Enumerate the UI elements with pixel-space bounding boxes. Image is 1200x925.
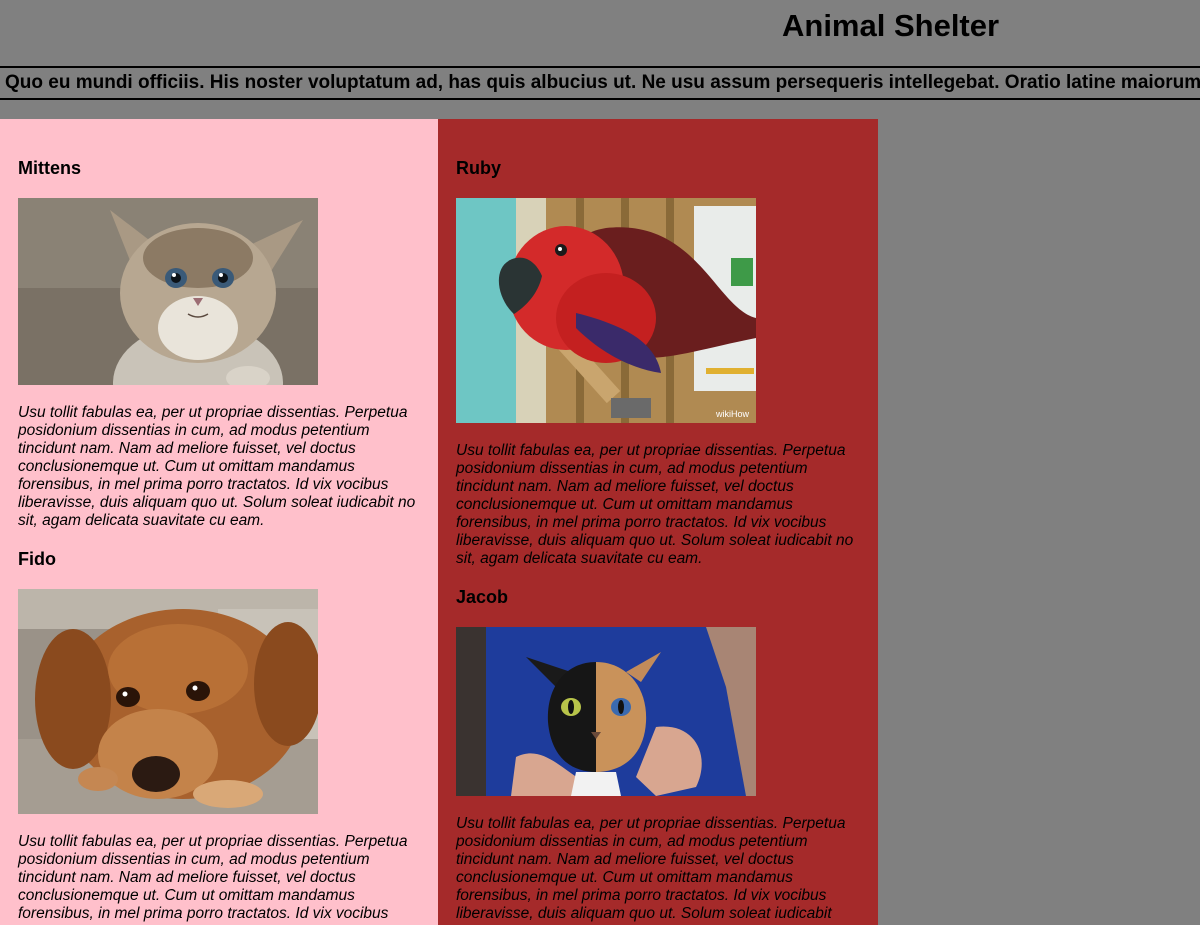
banner-text: Quo eu mundi officiis. His noster volupt… [5,72,1200,93]
animal-card-jacob: Jacob Usu tollit fabulas ea, per ut prop… [456,586,860,923]
animal-card-fido: Fido Usu tollit fabulas ea, per ut propr… [18,548,422,923]
left-column: Mittens Usu tollit fabulas ea, per ut pr… [0,119,440,925]
parrot-photo: wikiHow [456,198,756,423]
animal-card-mittens: Mittens Usu tollit fabulas ea, per ut pr… [18,157,422,530]
animal-name: Ruby [456,158,501,178]
scrolling-banner: Quo eu mundi officiis. His noster volupt… [0,66,1200,100]
watermark: wikiHow [715,409,750,419]
dog-photo [18,589,318,814]
animal-description: Usu tollit fabulas ea, per ut propriae d… [456,442,854,567]
animal-name: Fido [18,549,56,569]
kitten-photo [18,198,318,385]
animal-name: Mittens [18,158,81,178]
two-face-cat-photo [456,627,756,796]
animal-card-ruby: Ruby wikiHow Usu tollit fabulas ea, per … [456,157,860,568]
animal-description: Usu tollit fabulas ea, per ut propriae d… [18,404,416,529]
animal-description: Usu tollit fabulas ea, per ut propriae d… [456,815,846,922]
animal-description: Usu tollit fabulas ea, per ut propriae d… [18,833,408,922]
right-column: Ruby wikiHow Usu tollit fabulas ea, per … [438,119,878,925]
animal-name: Jacob [456,587,509,607]
header: Animal Shelter [0,0,1200,66]
page-title: Animal Shelter [782,8,1000,43]
